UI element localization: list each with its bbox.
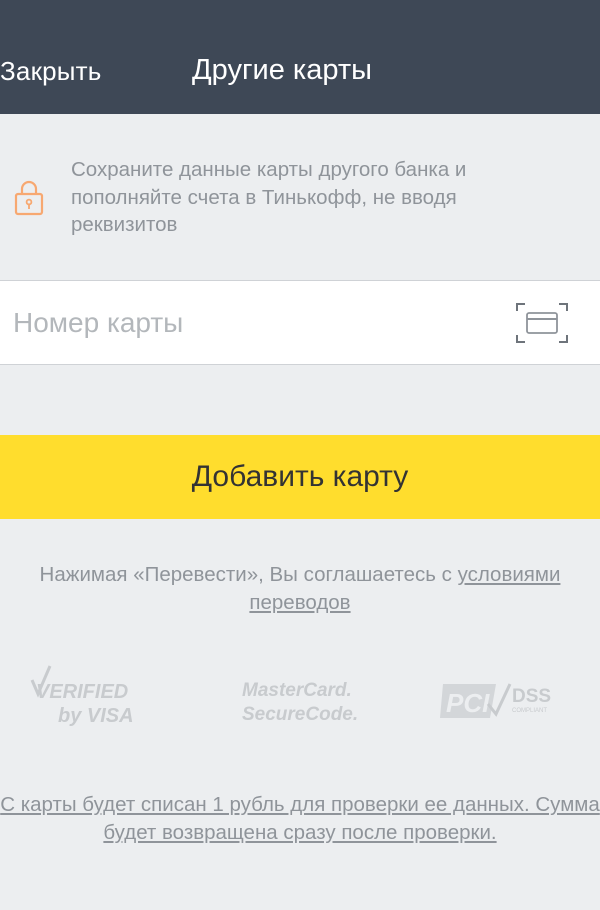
- terms-text: Нажимая «Перевести», Вы соглашаетесь с у…: [0, 561, 600, 617]
- lock-icon: [14, 180, 44, 216]
- verified-by-visa-logo: VERIFIED by VISA: [30, 665, 134, 727]
- pci-sub: COMPLIANT: [512, 708, 547, 714]
- mastercard-securecode-logo: MasterCard. SecureCode.: [242, 680, 358, 724]
- card-number-row: [0, 281, 600, 365]
- mc-line1: MasterCard.: [242, 680, 352, 701]
- card-number-input[interactable]: [13, 281, 493, 364]
- add-card-button[interactable]: Добавить карту: [0, 435, 600, 519]
- verification-note: С карты будет списан 1 рубль для проверк…: [0, 791, 600, 847]
- pci-mark: PCI: [446, 688, 490, 718]
- visa-line1: VERIFIED: [36, 681, 128, 703]
- visa-line2: by VISA: [58, 705, 134, 727]
- pci-dss-logo: PCI DSS COMPLIANT: [440, 683, 551, 718]
- verification-note-link[interactable]: С карты будет списан 1 рубль для проверк…: [0, 793, 600, 844]
- page-title: Другие карты: [192, 54, 372, 86]
- close-button[interactable]: Закрыть: [0, 56, 102, 87]
- card-scan-icon[interactable]: [516, 302, 568, 344]
- pci-dss: DSS: [512, 686, 551, 707]
- mc-line2: SecureCode.: [242, 704, 358, 724]
- header-bar: Закрыть Другие карты: [0, 0, 600, 114]
- info-text: Сохраните данные карты другого банка и п…: [71, 158, 467, 236]
- terms-prefix: Нажимая «Перевести», Вы соглашаетесь с: [39, 563, 458, 586]
